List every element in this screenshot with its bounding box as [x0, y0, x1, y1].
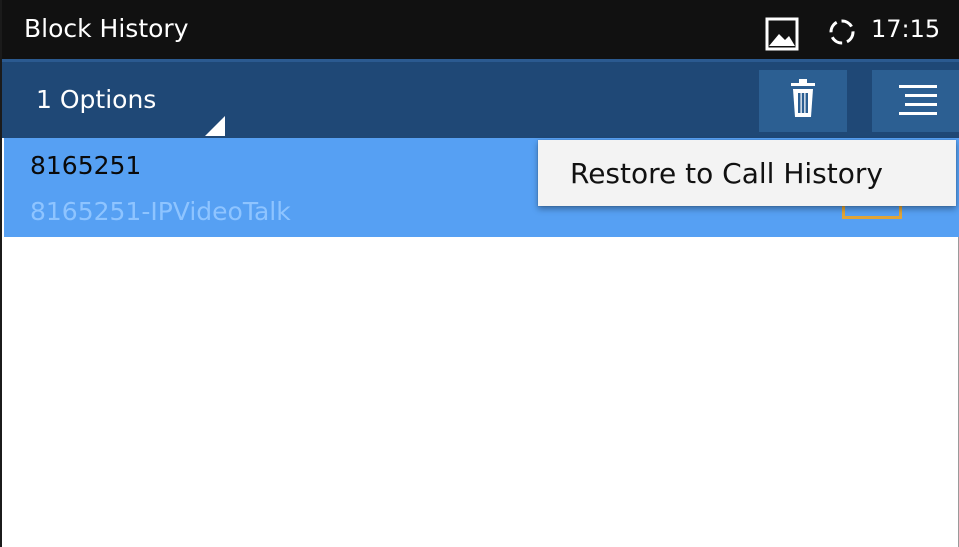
- page-title: Block History: [24, 14, 189, 43]
- options-dropdown[interactable]: 1 Options: [36, 84, 156, 116]
- menu-icon: [899, 85, 937, 115]
- restore-to-call-history-menu-item[interactable]: Restore to Call History: [570, 157, 883, 191]
- popup-menu: Restore to Call History: [538, 140, 956, 206]
- status-clock: 17:15: [871, 15, 941, 43]
- app-window: Block History 17:15 1 Options 8165251 81…: [0, 0, 959, 547]
- trash-icon: [791, 79, 815, 117]
- overflow-menu-button[interactable]: [872, 70, 959, 132]
- status-bar: Block History 17:15: [2, 0, 959, 59]
- sync-icon: [827, 17, 857, 51]
- list-item-subtitle: 8165251-IPVideoTalk: [30, 197, 291, 226]
- action-bar: 1 Options: [2, 59, 959, 138]
- image-notification-icon: [765, 17, 799, 55]
- list-item-number: 8165251: [30, 151, 142, 180]
- dropdown-corner-icon: [205, 116, 225, 136]
- delete-button[interactable]: [759, 70, 847, 132]
